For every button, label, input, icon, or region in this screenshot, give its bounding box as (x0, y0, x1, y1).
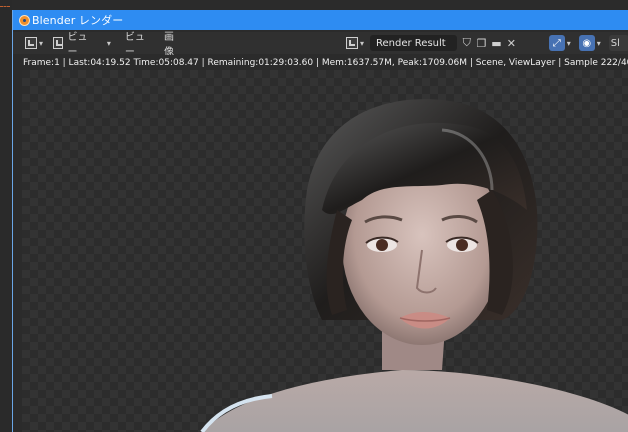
image-icon (53, 37, 64, 49)
chevron-down-icon: ▾ (39, 38, 44, 48)
chevron-down-icon: ▾ (566, 38, 571, 48)
background-top (0, 0, 628, 10)
render-window: Blender レンダー ▾ ビュー ▾ ビュー 画像 ▾ Render Res… (12, 10, 628, 432)
display-channels-button[interactable]: ⤢ ▾ (547, 35, 573, 51)
view-menu[interactable]: ビュー (123, 32, 154, 58)
render-result-field[interactable]: Render Result (370, 35, 458, 51)
overlay-icon: ◉ (578, 35, 595, 51)
close-icon[interactable]: ✕ (506, 37, 517, 50)
viewport-left-border (13, 70, 22, 432)
window-title: Blender レンダー (32, 14, 124, 27)
overlay-button[interactable]: ◉ ▾ (577, 35, 603, 51)
render-viewport[interactable] (22, 70, 628, 432)
left-iris (376, 239, 388, 251)
browse-image-button[interactable]: ▾ (344, 35, 366, 51)
slot-label: Sl (610, 37, 620, 49)
chevron-down-icon: ▾ (596, 38, 601, 48)
blender-logo-icon (19, 14, 30, 26)
image-icon (346, 37, 359, 49)
render-image (200, 99, 628, 432)
view-mode-label: ビュー (67, 32, 88, 58)
display-channels-icon: ⤢ (548, 35, 565, 51)
chevron-down-icon: ▾ (106, 38, 111, 48)
editor-type-button[interactable]: ▾ (23, 35, 45, 51)
image-editor-header: ▾ ビュー ▾ ビュー 画像 ▾ Render Result ⛉ ❐ ▬ ✕ ⤢… (13, 32, 628, 58)
editor-type-icon (25, 37, 37, 49)
image-menu[interactable]: 画像 (162, 32, 184, 58)
slot-dropdown[interactable]: Sl (608, 35, 628, 51)
render-result-label: Render Result (376, 37, 446, 49)
background-left (0, 0, 12, 432)
view-mode-dropdown[interactable]: ビュー ▾ (51, 32, 113, 58)
right-iris (456, 239, 468, 251)
background-edge-dash (0, 6, 10, 8)
window-titlebar[interactable]: Blender レンダー (13, 10, 628, 30)
image-menu-label: 画像 (163, 32, 174, 58)
shield-icon[interactable]: ⛉ (461, 36, 472, 49)
shoulders-shape (202, 370, 628, 432)
render-status-line: Frame:1 | Last:04:19.52 Time:05:08.47 | … (13, 55, 628, 70)
folder-icon[interactable]: ▬ (491, 37, 502, 50)
render-stats-text: Frame:1 | Last:04:19.52 Time:05:08.47 | … (23, 57, 628, 68)
chevron-down-icon: ▾ (360, 38, 365, 48)
duplicate-icon[interactable]: ❐ (476, 37, 487, 50)
view-menu-label: ビュー (124, 32, 145, 58)
